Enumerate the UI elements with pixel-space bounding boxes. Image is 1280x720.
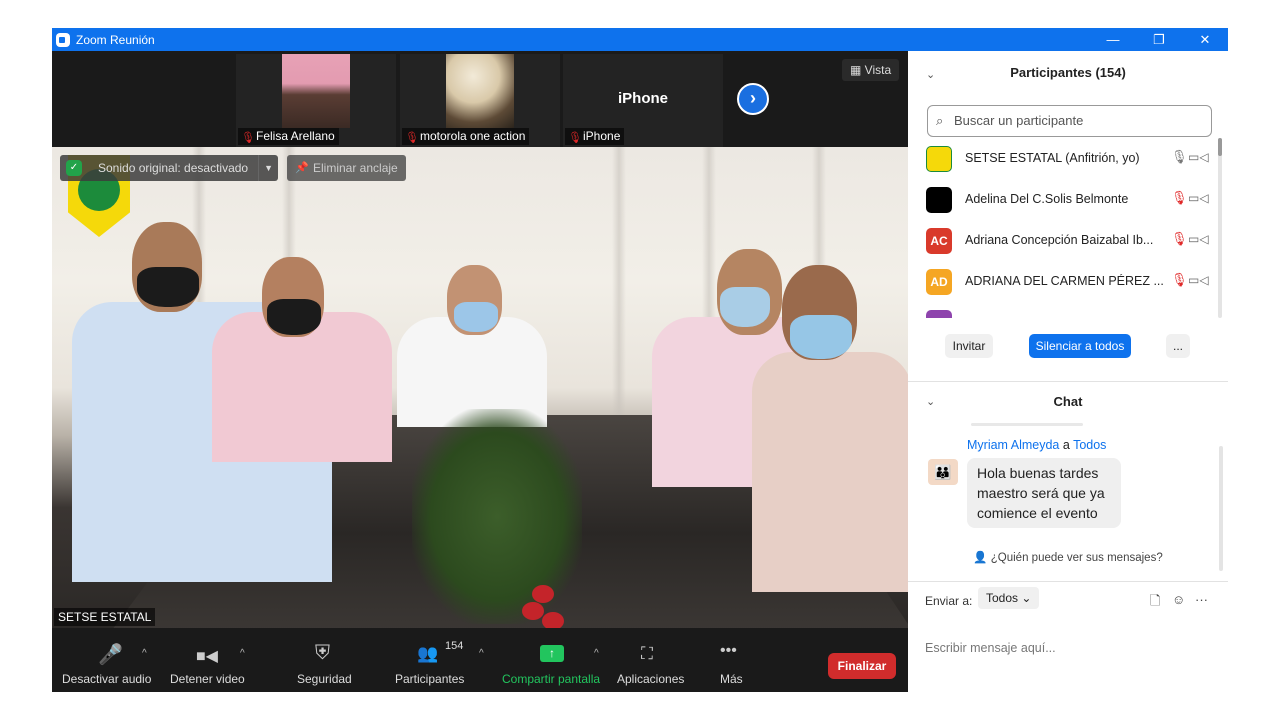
participant-name: iPhone [583, 129, 621, 143]
more-icon: ••• [720, 642, 737, 659]
muted-mic-icon[interactable]: 🎙 [1171, 190, 1188, 206]
meeting-area: 🎙 Felisa Arellano 🎙 motorola one action iP… [52, 51, 908, 692]
avatar [926, 187, 952, 213]
chevron-down-icon[interactable]: ▼ [258, 155, 278, 181]
zoom-window: Zoom Reunión — ❐ ✕ 🎙 Felisa Arellano 🎙 mot… [52, 28, 1228, 692]
chat-title: Chat [1053, 394, 1083, 409]
side-panel: ⌄ Participantes (154) ⌕ Buscar un partic… [908, 51, 1228, 692]
avatar [926, 310, 952, 318]
apps-icon: ⛶ [641, 644, 653, 663]
chevron-up-icon[interactable]: ^ [240, 648, 245, 659]
participants-header: ⌄ Participantes (154) [908, 51, 1228, 96]
video-off-icon[interactable]: ▭◁ [1188, 273, 1209, 287]
meeting-toolbar: 🎤 ^ Desactivar audio ■◀ ^ Detener video … [52, 628, 908, 692]
remove-pin-button[interactable]: 📌 Eliminar anclaje [287, 155, 406, 181]
avatar [926, 146, 952, 172]
participant-count: 154 [445, 640, 464, 652]
original-sound-toggle[interactable]: ✓ Sonido original: desactivado ▼ [60, 155, 279, 181]
more-icon[interactable]: ··· [1195, 592, 1208, 607]
stop-video-button[interactable]: ■◀ ^ Detener video [170, 628, 246, 692]
search-icon: ⌕ [936, 113, 944, 128]
title-bar: Zoom Reunión — ❐ ✕ [52, 28, 1228, 51]
chevron-up-icon[interactable]: ^ [479, 648, 484, 659]
participant-row[interactable]: AD ADRIANA DEL CARMEN PÉREZ ... 🎙 ▭◁ [908, 261, 1218, 302]
muted-mic-icon: 🎙 [405, 132, 419, 144]
invite-button[interactable]: Invitar [945, 334, 993, 358]
minimize-button[interactable]: — [1090, 28, 1136, 51]
thumbnail-tile[interactable]: 🎙 motorola one action [400, 54, 560, 147]
participants-button[interactable]: 👥 154 ^ Participantes [395, 628, 484, 692]
participant-video [282, 54, 350, 128]
share-screen-button[interactable]: ↑ ^ Compartir pantalla [502, 628, 602, 692]
participant-row[interactable]: Adelina Del C.Solis Belmonte 🎙 ▭◁ [908, 179, 1218, 220]
participant-name: motorola one action [420, 129, 526, 143]
sender-name[interactable]: Myriam Almeyda [967, 438, 1059, 452]
avatar: AD [926, 269, 952, 295]
next-page-button[interactable]: › [737, 83, 769, 115]
end-meeting-button[interactable]: Finalizar [828, 653, 896, 679]
person-lock-icon: 👤 [973, 552, 991, 564]
muted-mic-icon: 🎙 [241, 132, 255, 144]
chat-header: ⌄ Chat [908, 381, 1228, 421]
participants-title: Participantes (154) [1010, 65, 1126, 80]
speaker-name-label: SETSE ESTATAL [54, 608, 156, 626]
participants-scrollbar[interactable] [1218, 138, 1222, 318]
shield-icon: ⛨ [315, 642, 330, 664]
participants-icon: 👥 [417, 644, 439, 663]
main-speaker-video: ✓ Sonido original: desactivado ▼ 📌 Elimi… [52, 147, 908, 628]
chevron-up-icon[interactable]: ^ [142, 648, 147, 659]
zoom-logo-icon [56, 32, 70, 47]
chat-message-header: Myriam Almeyda a Todos [967, 438, 1107, 452]
restore-button[interactable]: ❐ [1136, 28, 1182, 51]
video-off-icon[interactable]: ▭◁ [1188, 191, 1209, 205]
participant-name-large: iPhone [617, 90, 668, 107]
apps-button[interactable]: ⛶ Aplicaciones [617, 628, 685, 692]
chevron-up-icon[interactable]: ^ [594, 648, 599, 659]
file-icon[interactable]: 🗋 [1150, 592, 1160, 614]
send-to-row: Enviar a: Todos ⌄ 🗋 ☺ ··· [908, 581, 1228, 613]
participant-search-input[interactable]: ⌕ Buscar un participante [927, 105, 1212, 137]
recipient-name: Todos [1073, 438, 1107, 452]
message-visibility-link[interactable]: 👤 ¿Quién puede ver sus mensajes? [908, 550, 1228, 564]
close-button[interactable]: ✕ [1182, 28, 1228, 51]
muted-mic-icon[interactable]: 🎙 [1171, 272, 1188, 288]
thumbnail-tile[interactable]: 🎙 Felisa Arellano [236, 54, 396, 147]
participant-name: Felisa Arellano [256, 129, 335, 143]
window-title: Zoom Reunión [76, 32, 155, 47]
participant-row[interactable]: AC Adriana Concepción Baizabal Ib... 🎙 ▭… [908, 220, 1218, 261]
pin-icon: 📌 [295, 162, 309, 174]
share-screen-icon: ↑ [540, 645, 564, 662]
security-button[interactable]: ⛨ Seguridad [297, 628, 353, 692]
video-thumbnail-strip: 🎙 Felisa Arellano 🎙 motorola one action iP… [52, 51, 908, 147]
view-button[interactable]: ▦ Vista [842, 59, 900, 81]
send-to-label: Enviar a: [925, 594, 973, 608]
mute-all-button[interactable]: Silenciar a todos [1029, 334, 1131, 358]
muted-mic-icon[interactable]: 🎙 [1171, 231, 1188, 247]
microphone-icon[interactable]: 🎙 [1171, 149, 1188, 165]
video-camera-icon: ■◀ [196, 648, 218, 665]
more-options-button[interactable]: ... [1166, 334, 1190, 358]
video-off-icon[interactable]: ▭◁ [1188, 150, 1209, 164]
chat-message: Hola buenas tardes maestro será que ya c… [967, 458, 1121, 528]
grid-icon: ▦ [850, 63, 865, 77]
sender-avatar: 👪 [928, 459, 958, 485]
video-off-icon[interactable]: ▭◁ [1188, 232, 1209, 246]
send-to-select[interactable]: Todos ⌄ [978, 587, 1040, 609]
participant-row[interactable]: SETSE ESTATAL (Anfitrión, yo) 🎙 ▭◁ [908, 138, 1218, 179]
muted-mic-icon: 🎙 [568, 132, 582, 144]
emoji-icon[interactable]: ☺ [1172, 592, 1185, 607]
participant-video [446, 54, 514, 128]
shield-check-icon: ✓ [66, 160, 82, 176]
thumbnail-tile[interactable]: iPhone 🎙 iPhone [563, 54, 723, 147]
more-button[interactable]: ••• Más [720, 628, 744, 692]
chat-message-input[interactable]: Escribir mensaje aquí... [925, 641, 1056, 655]
mute-audio-button[interactable]: 🎤 ^ Desactivar audio [62, 628, 154, 692]
avatar: AC [926, 228, 952, 254]
microphone-icon: 🎤 [98, 644, 123, 666]
